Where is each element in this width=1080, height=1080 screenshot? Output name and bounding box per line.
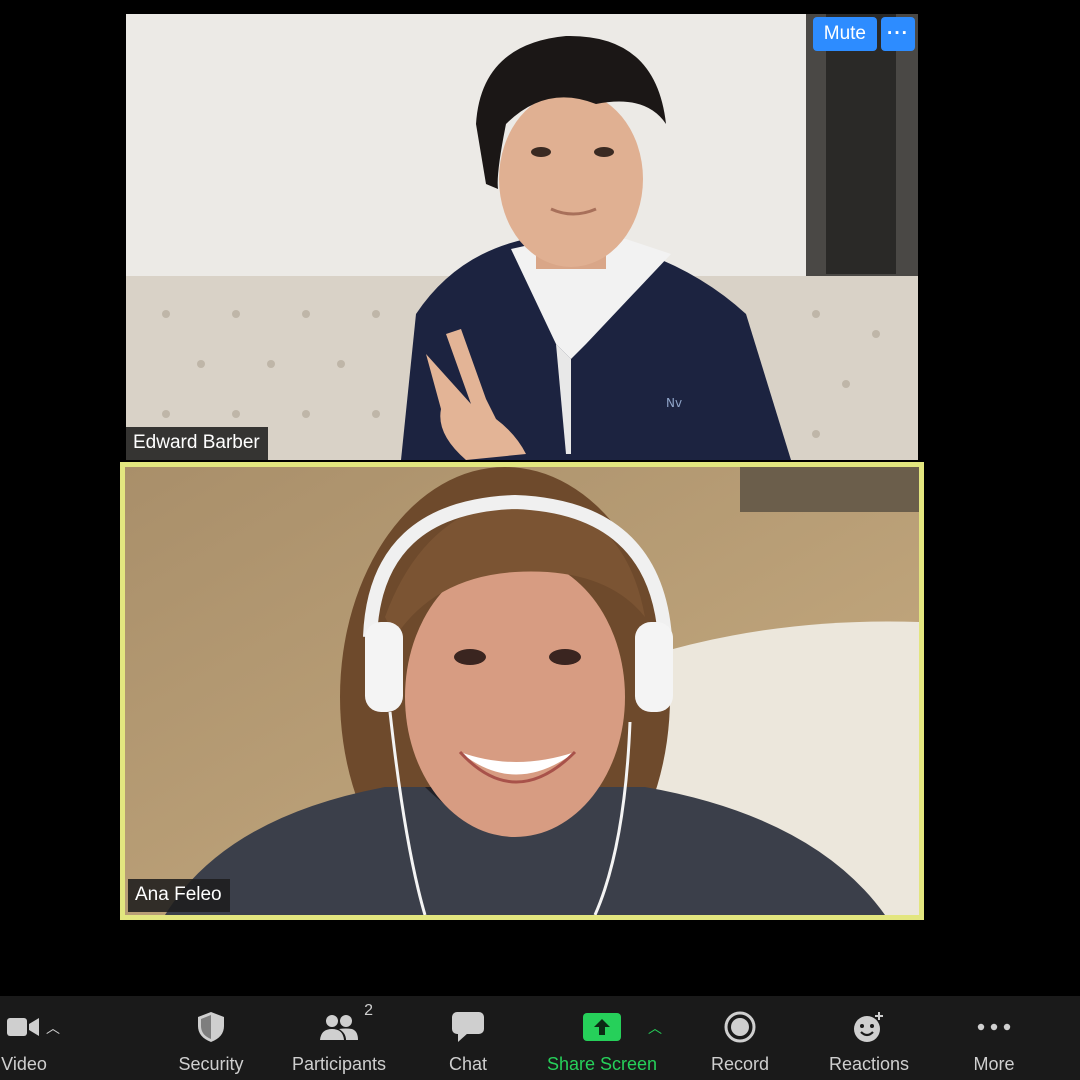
participant-video — [125, 467, 919, 915]
video-camera-icon — [7, 1006, 41, 1048]
participant-video: Nv — [126, 14, 918, 460]
chat-button[interactable]: Chat — [440, 996, 496, 1080]
participants-count-badge: 2 — [364, 1002, 373, 1019]
participant-name-label: Edward Barber — [126, 427, 268, 460]
video-tile-edward[interactable]: Nv Mute ··· Edward Barber — [126, 14, 918, 460]
security-button[interactable]: Security — [168, 996, 254, 1080]
record-button[interactable]: Record — [704, 996, 776, 1080]
shield-icon — [196, 1006, 226, 1048]
participants-button[interactable]: 2 Participants — [284, 996, 394, 1080]
mute-participant-button[interactable]: Mute — [812, 17, 877, 51]
svg-text:Nv: Nv — [666, 396, 682, 410]
meeting-toolbar: Video ︿ Security 2 Participants Chat Sha… — [0, 996, 1080, 1080]
reactions-button[interactable]: Reactions — [822, 996, 916, 1080]
video-tile-ana[interactable]: Ana Feleo — [120, 462, 924, 920]
smiley-plus-icon — [851, 1006, 887, 1048]
participants-icon: 2 — [319, 1002, 373, 1048]
share-options-caret-icon[interactable]: ︿ — [648, 1018, 662, 1038]
share-screen-icon — [583, 1006, 621, 1048]
participant-name-label: Ana Feleo — [128, 879, 230, 912]
chat-bubble-icon — [452, 1006, 484, 1048]
share-screen-button[interactable]: Share Screen — [540, 996, 664, 1080]
more-button[interactable]: More — [966, 996, 1022, 1080]
video-options-caret-icon[interactable]: ︿ — [46, 1018, 60, 1038]
record-icon — [724, 1006, 756, 1048]
tile-more-options-button[interactable]: ··· — [881, 17, 915, 51]
ellipsis-icon — [977, 1006, 1011, 1048]
video-button[interactable]: Video — [0, 996, 54, 1080]
